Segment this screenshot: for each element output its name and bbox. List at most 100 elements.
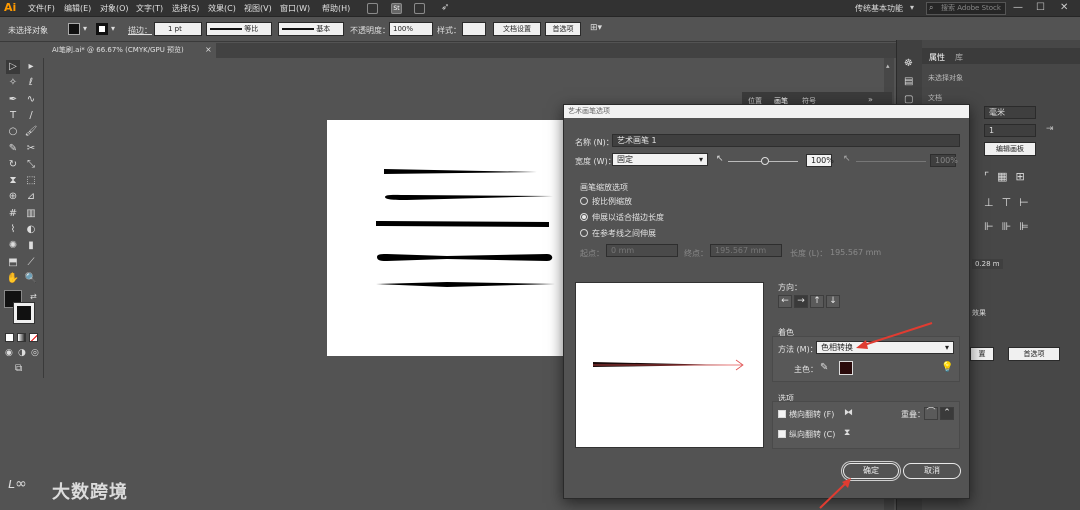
- menu-select[interactable]: 选择(S): [172, 3, 199, 14]
- gradient-mode-icon[interactable]: [17, 333, 26, 342]
- appearance-icon[interactable]: ☸: [904, 58, 913, 69]
- quick-preferences-button[interactable]: 首选项: [1008, 347, 1060, 361]
- scale-guides-label[interactable]: 在参考线之间伸展: [592, 228, 656, 239]
- paintbrush-tool-icon[interactable]: 🖌: [24, 125, 38, 139]
- width-mode-select[interactable]: 固定 ▾: [612, 153, 708, 166]
- direction-down-button[interactable]: ↓: [826, 295, 840, 308]
- stroke-weight-select[interactable]: 1 pt: [154, 22, 202, 36]
- artboard-tool-icon[interactable]: ⬒: [6, 256, 20, 270]
- eyedropper-icon[interactable]: ✎: [820, 362, 828, 373]
- brush-definition-select[interactable]: 基本: [278, 22, 344, 36]
- tab-properties[interactable]: 属性: [929, 52, 945, 63]
- stroke-label[interactable]: 描边：: [128, 25, 152, 36]
- width-slider-thumb[interactable]: [761, 157, 769, 165]
- stroke-color-icon[interactable]: [13, 302, 35, 324]
- units-select[interactable]: 毫米: [984, 106, 1036, 119]
- direction-left-button[interactable]: ←: [778, 295, 792, 308]
- chevron-down-icon[interactable]: ▾: [910, 3, 914, 12]
- menu-help[interactable]: 帮助(H): [322, 3, 350, 14]
- workspace-switcher[interactable]: 传统基本功能: [855, 3, 903, 14]
- stock-search-input[interactable]: 搜索 Adobe Stock: [926, 2, 1006, 15]
- tab-libraries[interactable]: 库: [955, 52, 963, 63]
- selection-tool-icon[interactable]: ▷: [6, 60, 20, 74]
- cancel-button[interactable]: 取消: [903, 463, 961, 479]
- layers-icon[interactable]: ▤: [904, 76, 913, 87]
- type-tool-icon[interactable]: T: [6, 109, 20, 123]
- variable-width-profile-select[interactable]: 等比: [206, 22, 272, 36]
- scale-proportional-label[interactable]: 按比例缩放: [592, 196, 632, 207]
- line-tool-icon[interactable]: /: [24, 109, 38, 123]
- opacity-input[interactable]: 100%: [389, 22, 433, 36]
- scale-stretch-radio[interactable]: [580, 213, 588, 221]
- key-color-swatch[interactable]: [839, 361, 853, 375]
- chevron-down-icon[interactable]: ▾: [83, 24, 87, 33]
- collapse-icon[interactable]: »: [868, 95, 873, 104]
- align-icons-row1[interactable]: ⊥⊤⊢: [984, 196, 1037, 209]
- menu-view[interactable]: 视图(V): [244, 3, 272, 14]
- chevron-down-icon[interactable]: ▾: [111, 24, 115, 33]
- scale-guides-radio[interactable]: [580, 229, 588, 237]
- preferences-button[interactable]: 首选项: [545, 22, 581, 36]
- graphic-style-select[interactable]: [462, 22, 486, 36]
- fill-swatch[interactable]: [68, 23, 80, 35]
- free-transform-icon[interactable]: ⬚: [24, 174, 38, 188]
- close-icon[interactable]: ×: [205, 45, 212, 54]
- menu-object[interactable]: 对象(O): [100, 3, 129, 14]
- close-icon[interactable]: ✕: [1060, 2, 1068, 13]
- draw-mode-icon[interactable]: ◉: [5, 348, 13, 358]
- artboard-nav-icon[interactable]: ⇥: [1046, 124, 1054, 134]
- maximize-icon[interactable]: ☐: [1036, 2, 1045, 13]
- shape-builder-icon[interactable]: ⊕: [6, 190, 20, 204]
- draw-inside-icon[interactable]: ◎: [31, 348, 39, 358]
- draw-behind-icon[interactable]: ◑: [18, 348, 26, 358]
- rulers-grid-icons[interactable]: ⌜▦⊞: [984, 170, 1033, 183]
- flip-across-checkbox[interactable]: [778, 430, 786, 438]
- none-mode-icon[interactable]: [29, 333, 38, 342]
- screen-mode-icon[interactable]: ⧉: [15, 363, 22, 374]
- tips-lightbulb-icon[interactable]: 💡: [941, 362, 953, 373]
- rotate-tool-icon[interactable]: ↻: [6, 158, 20, 172]
- stroke-swatch[interactable]: [96, 23, 108, 35]
- overlap-avoid-icon[interactable]: ⌃: [940, 407, 954, 420]
- slice-tool-icon[interactable]: ⟋: [24, 256, 38, 270]
- align-icons-row2[interactable]: ⊩⊪⊫: [984, 220, 1037, 233]
- menu-window[interactable]: 窗口(W): [280, 3, 310, 14]
- menu-file[interactable]: 文件(F): [28, 3, 55, 14]
- layout-icon[interactable]: [414, 3, 425, 14]
- hand-tool-icon[interactable]: ✋: [6, 272, 20, 286]
- menu-edit[interactable]: 编辑(E): [64, 3, 91, 14]
- zoom-tool-icon[interactable]: 🔍: [24, 272, 38, 286]
- scale-tool-icon[interactable]: ⤡: [24, 158, 38, 172]
- direction-right-button[interactable]: →: [794, 295, 808, 308]
- document-tab[interactable]: AI笔刷.ai* @ 66.67% (CMYK/GPU 预览): [46, 43, 216, 58]
- width-percent-input[interactable]: 100%: [806, 154, 834, 167]
- overlap-adjust-icon[interactable]: ⌒: [924, 407, 938, 420]
- scroll-up-icon[interactable]: ▴: [886, 62, 890, 70]
- scale-stretch-label[interactable]: 伸展以适合描边长度: [592, 212, 664, 223]
- stock-icon[interactable]: St: [391, 3, 402, 14]
- artboard[interactable]: [327, 120, 565, 356]
- flip-across-label[interactable]: 纵向翻转 (C): [789, 429, 835, 440]
- mesh-tool-icon[interactable]: #: [6, 207, 20, 221]
- pen-tool-icon[interactable]: ✒: [6, 93, 20, 107]
- color-mode-icon[interactable]: [5, 333, 14, 342]
- lasso-icon[interactable]: ℓ: [24, 76, 38, 90]
- swap-icon[interactable]: ⇄: [30, 292, 37, 301]
- colorization-method-select[interactable]: 色相转换 ▾: [816, 341, 954, 354]
- menu-effect[interactable]: 效果(C): [208, 3, 236, 14]
- artboard-select[interactable]: 1: [984, 124, 1036, 137]
- ok-button[interactable]: 确定: [843, 463, 899, 479]
- arrange-documents-icon[interactable]: ⊞▾: [590, 23, 602, 33]
- pencil-tool-icon[interactable]: ✎: [6, 142, 20, 156]
- brush-name-input[interactable]: 艺术画笔 1: [612, 134, 960, 147]
- magic-wand-icon[interactable]: ✧: [6, 76, 20, 90]
- document-setup-button[interactable]: 文档设置: [493, 22, 541, 36]
- menu-type[interactable]: 文字(T): [136, 3, 163, 14]
- blend-tool-icon[interactable]: ◐: [24, 223, 38, 237]
- quick-action-left-button[interactable]: 置: [970, 347, 994, 361]
- flip-along-label[interactable]: 横向翻转 (F): [789, 409, 834, 420]
- scissors-tool-icon[interactable]: ✂: [24, 142, 38, 156]
- partial-value-field[interactable]: 0.28 m: [972, 259, 1003, 269]
- symbol-sprayer-icon[interactable]: ✺: [6, 239, 20, 253]
- send-icon[interactable]: ➶: [441, 2, 449, 13]
